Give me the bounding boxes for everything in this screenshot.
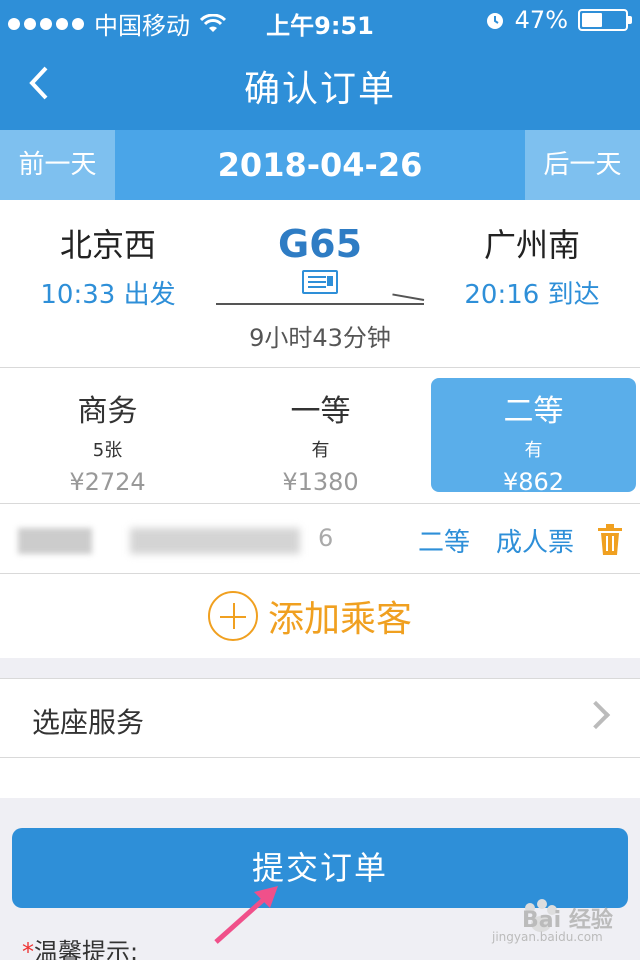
tip-heading: *温馨提示:: [22, 932, 138, 960]
passenger-ticket-type[interactable]: 成人票: [496, 522, 574, 559]
add-passenger-label[interactable]: 添加乘客: [268, 590, 412, 642]
passenger-name-redacted: [18, 528, 92, 554]
seat-option-business[interactable]: 商务 5张 ¥2724: [5, 378, 210, 496]
arrive-time: 20:16 到达: [464, 280, 600, 310]
seat-class-selector: 商务 5张 ¥2724 一等 有 ¥1380 二等 有 ¥862: [0, 368, 640, 504]
seat-availability: 5张: [92, 440, 123, 461]
arrival-station: 广州南 20:16 到达: [432, 220, 632, 311]
seat-option-first[interactable]: 一等 有 ¥1380: [218, 378, 423, 496]
page-title: 确认订单: [243, 69, 396, 110]
route-arrow: [216, 303, 424, 305]
battery-icon: [578, 9, 632, 31]
timetable-icon[interactable]: [302, 270, 338, 294]
trip-duration: 9小时43分钟: [249, 324, 391, 352]
passenger-row[interactable]: 6 二等 成人票: [0, 504, 640, 574]
from-station-name: 北京西: [59, 226, 156, 264]
seat-availability: 有: [311, 440, 330, 461]
status-right: 47%: [485, 6, 632, 34]
seat-price: ¥2724: [69, 468, 146, 496]
seat-price: ¥862: [502, 468, 565, 496]
nav-bar: 确认订单: [0, 40, 640, 130]
to-station-name: 广州南: [483, 226, 580, 264]
seat-service-row[interactable]: 选座服务: [0, 678, 640, 758]
departure-station: 北京西 10:33 出发: [8, 220, 208, 311]
seat-price: ¥1380: [282, 468, 359, 496]
next-day-button[interactable]: 后一天: [525, 130, 640, 200]
seat-option-second[interactable]: 二等 有 ¥862: [431, 378, 636, 496]
plus-circle-icon[interactable]: [208, 591, 258, 641]
alarm-icon: [486, 13, 503, 29]
status-bar: 中国移动 上午9:51 47%: [0, 0, 640, 40]
app-header: 中国移动 上午9:51 47% 确认订单: [0, 0, 640, 130]
seat-availability: 有: [524, 440, 543, 461]
chevron-right-icon: [581, 700, 611, 730]
battery-percent: 47%: [514, 6, 568, 34]
add-passenger-row[interactable]: 添加乘客: [0, 574, 640, 658]
passenger-id-redacted: [130, 528, 300, 554]
train-info: 北京西 10:33 出发 G65 广州南 20:16 到达 9小时43分钟: [0, 200, 640, 368]
passenger-id-tail: 6: [318, 524, 334, 552]
annotation-arrow-icon: [214, 886, 278, 944]
travel-date: 2018-04-26: [217, 146, 423, 184]
train-number-block[interactable]: G65: [214, 222, 426, 298]
trash-icon[interactable]: [596, 524, 624, 556]
required-star: *: [22, 938, 34, 960]
tip-label: 温馨提示:: [34, 938, 139, 960]
depart-time: 10:33 出发: [40, 280, 176, 310]
watermark-sub: jingyan.baidu.com: [492, 930, 603, 944]
date-bar: 前一天 2018-04-26 后一天: [0, 130, 640, 200]
seat-service-label: 选座服务: [32, 706, 145, 739]
passenger-seat-class[interactable]: 二等: [418, 522, 470, 559]
blank-row: [0, 758, 640, 798]
train-number[interactable]: G65: [214, 222, 426, 266]
seat-class: 一等: [290, 394, 351, 429]
prev-day-button[interactable]: 前一天: [0, 130, 115, 200]
seat-class: 商务: [77, 394, 138, 429]
add-passenger-button[interactable]: 添加乘客: [208, 590, 412, 642]
seat-class: 二等: [503, 394, 564, 429]
